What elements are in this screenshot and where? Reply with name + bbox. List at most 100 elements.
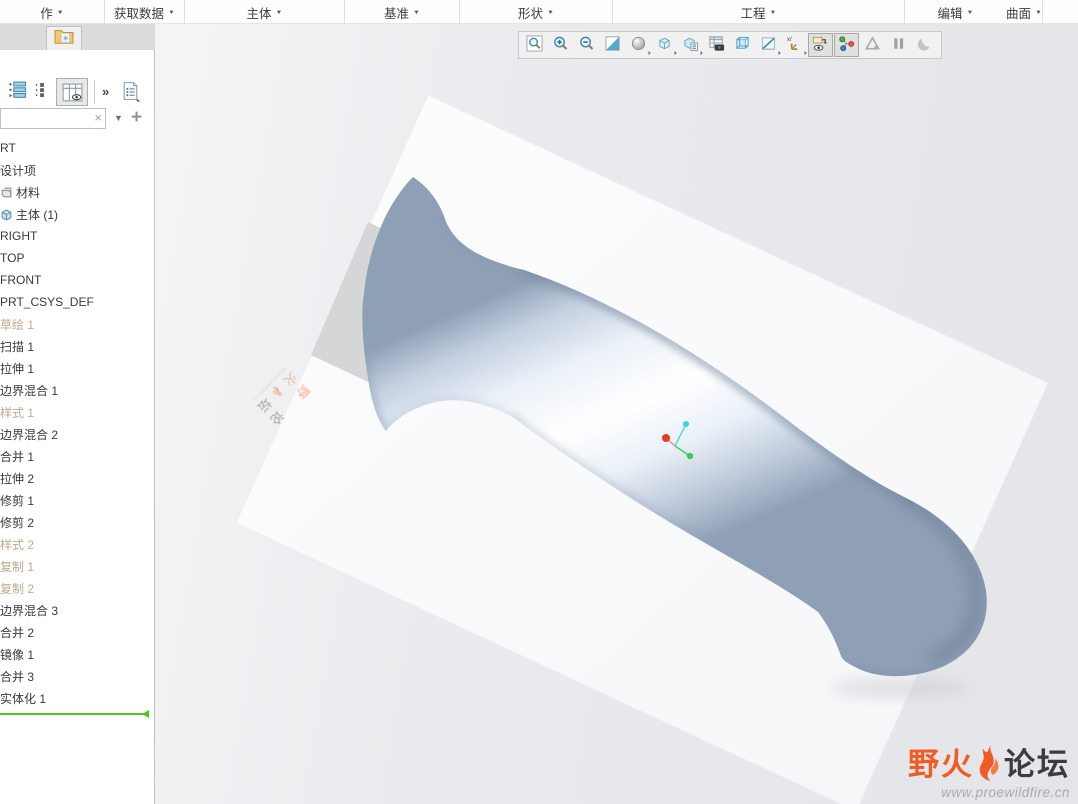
datum-display-filters-icon: x/ (786, 35, 803, 55)
tree-item[interactable]: 拉伸 2 (0, 467, 152, 489)
material-icon (0, 186, 13, 199)
annotation-display-button[interactable] (808, 33, 833, 57)
repaint-button[interactable] (600, 33, 625, 57)
tree-item[interactable]: 扫描 1 (0, 335, 152, 357)
clipping-button[interactable] (912, 33, 937, 57)
datum-display-filters-button[interactable]: x/ (782, 33, 807, 57)
model-tree-panel: ✳ » × ▼ + RT 设计项 材料 主体 (1) RIGHT TOP FRO… (0, 24, 155, 804)
chevron-down-icon: ▼ (547, 9, 554, 15)
menu-tab[interactable]: 曲面 ▼ (1006, 0, 1043, 24)
zoom-out-icon (578, 35, 595, 55)
overflow-chevron-icon[interactable]: » (102, 84, 109, 99)
chevron-down-icon: ▼ (275, 9, 283, 15)
tree-item[interactable]: 合并 3 (0, 665, 152, 687)
display-style-icon (656, 35, 673, 55)
chevron-down-icon: ▼ (413, 9, 420, 15)
shading-style-button[interactable] (626, 33, 651, 57)
chevron-down-icon: ▼ (1035, 9, 1042, 15)
menu-tab[interactable]: 基准 ▼ (345, 0, 460, 24)
object-dragger-icon (864, 35, 881, 55)
tree-item[interactable]: 主体 (1) (0, 203, 152, 225)
pause-icon (890, 35, 907, 55)
tree-item[interactable]: 镜像 1 (0, 643, 152, 665)
tree-item[interactable]: FRONT (0, 269, 152, 291)
tree-item[interactable]: 复制 1 (0, 555, 152, 577)
tree-item[interactable]: 实体化 1 (0, 687, 152, 709)
model-tree: RT 设计项 材料 主体 (1) RIGHT TOP FRONT PRT_CSY… (0, 137, 152, 709)
chevron-down-icon: ▼ (168, 9, 175, 15)
tree-item[interactable]: 样式 2 (0, 533, 152, 555)
repaint-icon (604, 35, 621, 55)
tree-item[interactable]: 拉伸 1 (0, 357, 152, 379)
svg-text:x/: x/ (787, 36, 792, 43)
tree-item[interactable]: 材料 (0, 181, 152, 203)
tree-settings-icon[interactable] (120, 80, 141, 107)
graphics-viewport[interactable]: x/ 野火 论坛 www.proewildfire.cn 野火 论坛 www.p… (155, 24, 1078, 804)
tree-item[interactable]: 边界混合 3 (0, 599, 152, 621)
spin-center-button[interactable] (834, 33, 859, 57)
ribbon-menu-bar: 作 ▼ 获取数据 ▼ 主体 ▼ 基准 ▼ 形状 ▼ 工程 ▼ 编辑 ▼ 曲面 ▼ (0, 0, 1078, 24)
spin-center-icon (838, 35, 855, 55)
tree-item[interactable]: 设计项 (0, 159, 152, 181)
chevron-down-icon: ▼ (769, 9, 777, 15)
perspective-view-icon (734, 35, 751, 55)
tree-item[interactable]: 修剪 2 (0, 511, 152, 533)
tree-item[interactable]: 合并 1 (0, 445, 152, 467)
zoom-in-button[interactable] (548, 33, 573, 57)
sections-button[interactable] (756, 33, 781, 57)
tree-item[interactable]: TOP (0, 247, 152, 269)
menu-tab[interactable]: 编辑 ▼ (905, 0, 1006, 24)
tree-item[interactable]: RT (0, 137, 152, 159)
menu-tab[interactable]: 获取数据 ▼ (105, 0, 185, 24)
tree-filter-icon[interactable] (34, 80, 51, 104)
menu-tab[interactable]: 形状 ▼ (460, 0, 613, 24)
menu-tab[interactable]: 工程 ▼ (613, 0, 905, 24)
search-input[interactable] (3, 110, 89, 127)
tree-search-row: × ▼ + (0, 107, 155, 132)
application-window: 作 ▼ 获取数据 ▼ 主体 ▼ 基准 ▼ 形状 ▼ 工程 ▼ 编辑 ▼ 曲面 ▼… (0, 0, 1078, 804)
svg-text:✳: ✳ (62, 34, 69, 43)
zoom-in-icon (552, 35, 569, 55)
model-tree-tab[interactable]: ✳ (46, 26, 82, 50)
chevron-down-icon: ▼ (966, 9, 974, 15)
tree-item[interactable]: 复制 2 (0, 577, 152, 599)
perspective-view-button[interactable] (730, 33, 755, 57)
tree-item[interactable]: 修剪 1 (0, 489, 152, 511)
view-manager-button[interactable] (704, 33, 729, 57)
search-box: × (0, 108, 106, 129)
annotation-display-icon (812, 35, 829, 55)
tree-columns-icon (62, 83, 82, 101)
tree-item[interactable]: 样式 1 (0, 401, 152, 423)
zoom-region-button[interactable] (522, 33, 547, 57)
tree-item[interactable]: 草绘 1 (0, 313, 152, 335)
zoom-out-button[interactable] (574, 33, 599, 57)
add-button[interactable]: + (131, 107, 142, 129)
menu-tab[interactable]: 主体 ▼ (185, 0, 345, 24)
sections-icon (760, 35, 777, 55)
body-icon (0, 208, 13, 221)
scene-canvas (235, 94, 1049, 804)
pause-button[interactable] (886, 33, 911, 57)
shading-style-icon (630, 35, 647, 55)
tree-item[interactable]: RIGHT (0, 225, 152, 247)
zoom-region-icon (526, 35, 543, 55)
search-dropdown-icon[interactable]: ▼ (114, 113, 123, 123)
tree-columns-button[interactable] (56, 78, 88, 106)
divider (94, 80, 95, 104)
tree-list-icon[interactable] (8, 80, 27, 104)
view-toolbar: x/ (518, 31, 942, 59)
tree-item[interactable]: 边界混合 1 (0, 379, 152, 401)
view-manager-icon (708, 35, 725, 55)
object-dragger-button[interactable] (860, 33, 885, 57)
tree-item[interactable]: PRT_CSYS_DEF (0, 291, 152, 313)
tree-item[interactable]: 合并 2 (0, 621, 152, 643)
model-tree-folder-icon: ✳ (52, 27, 76, 50)
menu-tab[interactable]: 作 ▼ (0, 0, 105, 24)
tree-insert-indicator[interactable] (0, 710, 149, 718)
search-clear-icon[interactable]: × (94, 110, 102, 125)
tree-item[interactable]: 边界混合 2 (0, 423, 152, 445)
tree-toolbar: » (0, 52, 155, 106)
saved-orientations-button[interactable] (678, 33, 703, 57)
chevron-down-icon: ▼ (56, 9, 64, 15)
display-style-button[interactable] (652, 33, 677, 57)
